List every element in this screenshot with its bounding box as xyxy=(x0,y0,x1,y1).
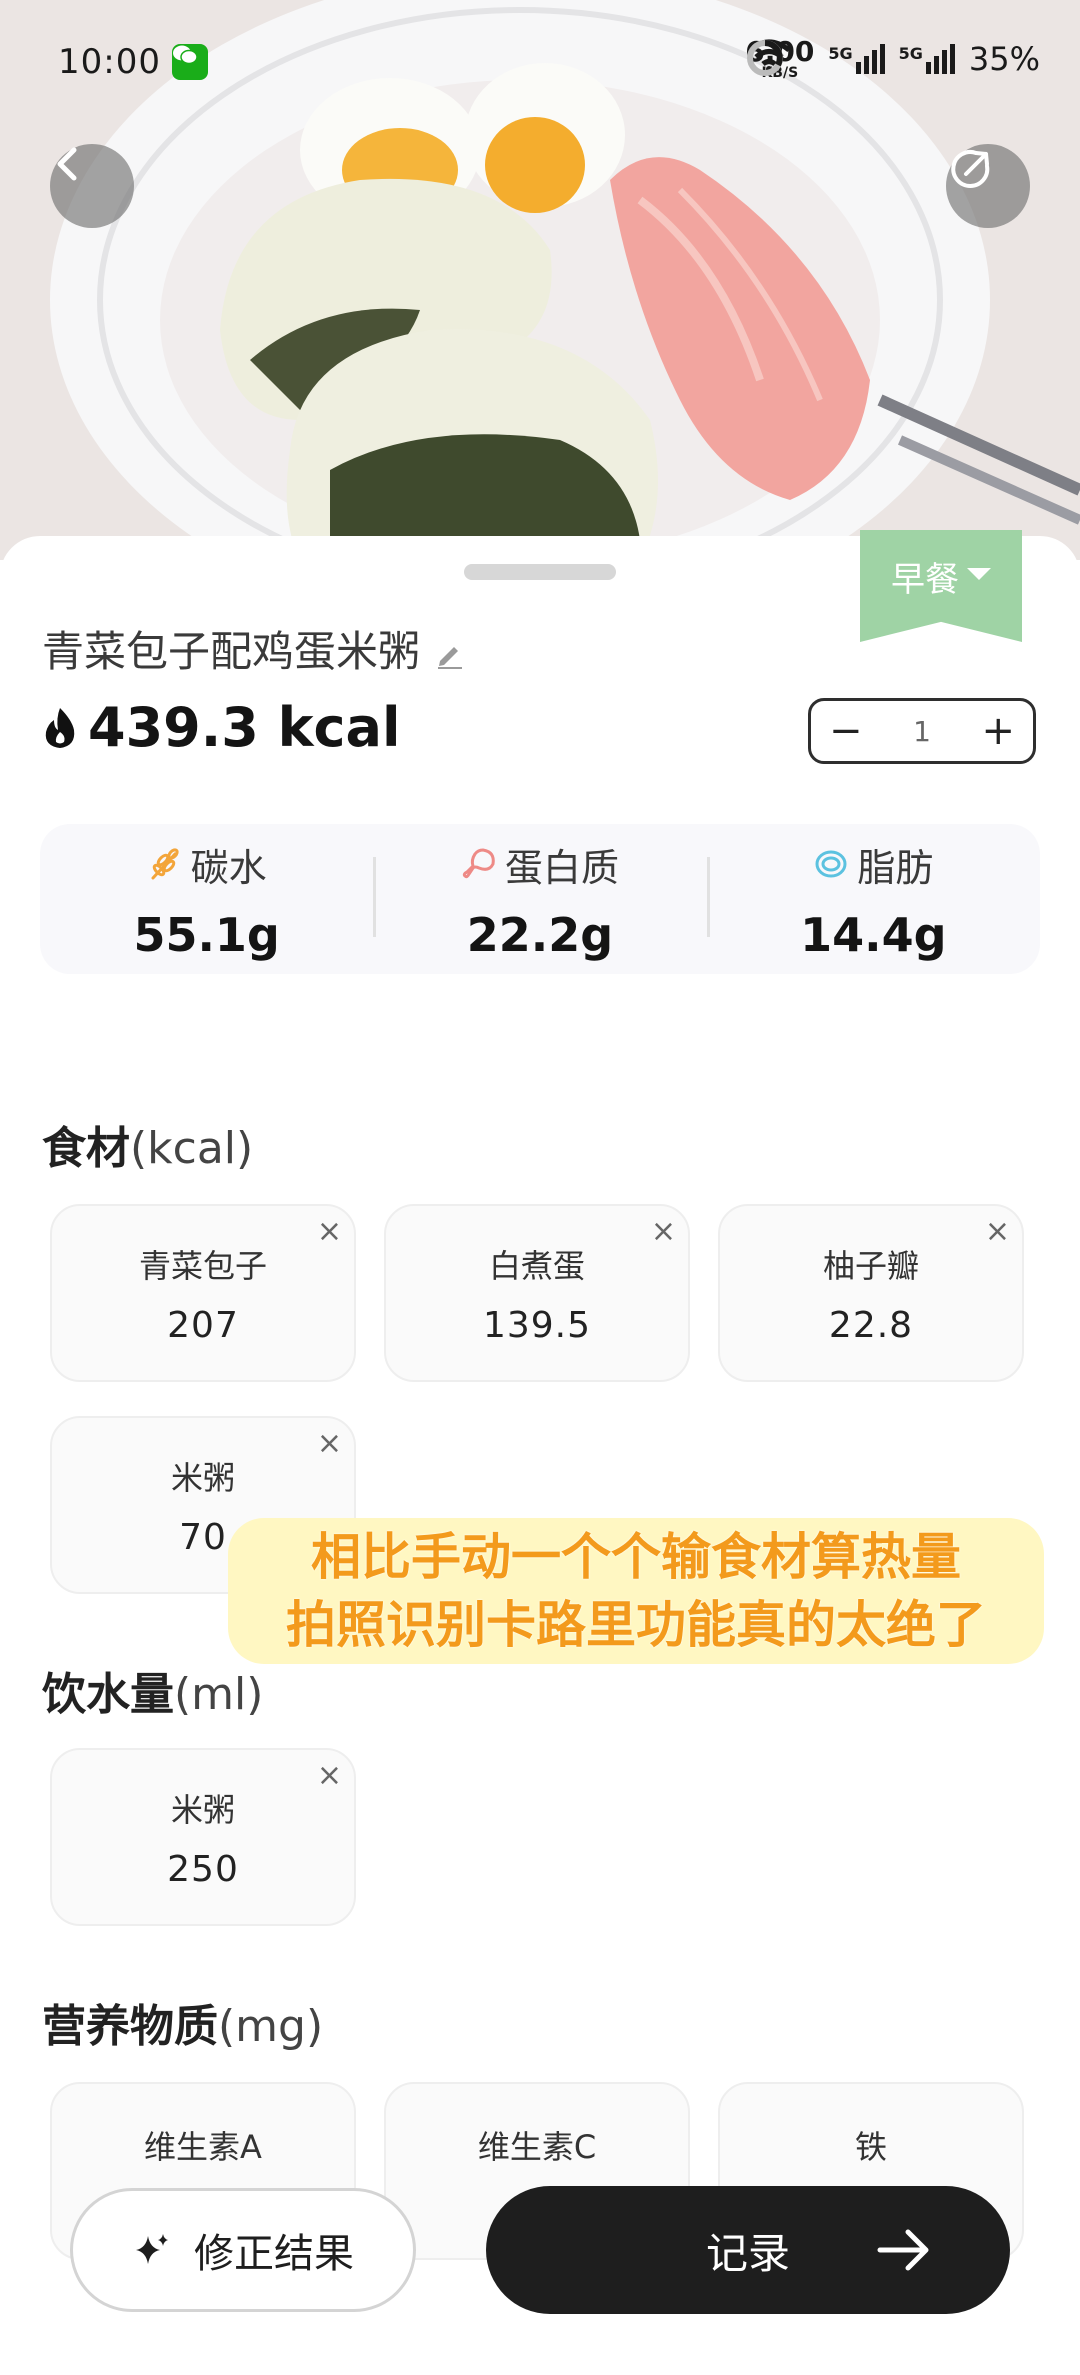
dish-title-text: 青菜包子配鸡蛋米粥 xyxy=(42,627,421,676)
remove-icon[interactable]: × xyxy=(985,1214,1010,1249)
status-time: 10:00 xyxy=(58,42,161,82)
fat-drop-icon xyxy=(815,850,847,878)
macro-value: 14.4g xyxy=(800,907,947,962)
macro-label: 脂肪 xyxy=(857,845,934,890)
nutrient-name: 维生素C xyxy=(477,2128,597,2166)
drumstick-icon xyxy=(462,848,495,879)
water-unit: (ml) xyxy=(174,1669,264,1720)
nutrients-heading: 营养物质(mg) xyxy=(42,1990,323,2054)
meal-type-label: 早餐 xyxy=(891,560,959,600)
cellular-signal-2-icon: 5G xyxy=(899,44,955,74)
sparkle-icon xyxy=(136,2234,168,2264)
pencil-icon[interactable] xyxy=(434,639,464,669)
ingredient-kcal: 70 xyxy=(179,1516,227,1558)
battery-percent: 35% xyxy=(968,40,1040,78)
status-icons: 6.00 KB/S 5G 5G 35% xyxy=(745,38,1040,81)
signal-1-label: 5G xyxy=(828,44,853,63)
status-bar: 10:00 6.00 KB/S 5G 5G 35% xyxy=(0,0,1080,120)
remove-icon[interactable]: × xyxy=(317,1758,342,1793)
calorie-total: 439.3 kcal xyxy=(40,696,400,759)
ingredients-heading: 食材(kcal) xyxy=(42,1112,253,1176)
ingredients-unit: (kcal) xyxy=(130,1123,254,1174)
macro-value: 55.1g xyxy=(133,907,280,962)
nutrients-title: 营养物质 xyxy=(42,2001,218,2052)
minus-button[interactable]: − xyxy=(829,711,863,751)
water-ml: 250 xyxy=(167,1848,239,1890)
water-title: 饮水量 xyxy=(42,1669,174,1720)
flame-icon xyxy=(45,707,75,748)
caption-line-1: 相比手动一个个输食材算热量 xyxy=(311,1528,961,1586)
caret-down-icon xyxy=(967,568,991,580)
calorie-value: 439.3 kcal xyxy=(88,696,401,759)
macro-protein: 蛋白质 22.2g xyxy=(373,837,706,962)
ingredient-name: 米粥 xyxy=(170,1458,235,1497)
back-button[interactable] xyxy=(50,144,134,228)
fix-result-label: 修正结果 xyxy=(194,2231,354,2277)
ingredient-chip[interactable]: × 白煮蛋 139.5 xyxy=(384,1204,690,1382)
ingredient-kcal: 22.8 xyxy=(828,1304,914,1346)
record-button[interactable]: 记录 xyxy=(486,2186,1010,2314)
ingredient-kcal: 207 xyxy=(167,1304,239,1346)
portion-count: 1 xyxy=(913,714,931,748)
macro-label: 蛋白质 xyxy=(504,845,619,890)
caption-overlay: 相比手动一个个输食材算热量 拍照识别卡路里功能真的太绝了 xyxy=(228,1518,1044,1664)
chevron-left-icon xyxy=(57,147,77,181)
share-button[interactable] xyxy=(946,144,1030,228)
signal-2-label: 5G xyxy=(898,44,923,63)
nutrients-unit: (mg) xyxy=(218,2001,324,2052)
record-label: 记录 xyxy=(705,2228,790,2278)
nutrient-name: 维生素A xyxy=(144,2128,262,2166)
portion-stepper[interactable]: − 1 + xyxy=(808,698,1036,764)
macro-label: 碳水 xyxy=(190,845,267,890)
water-chip[interactable]: × 米粥 250 xyxy=(50,1748,356,1926)
macro-carbs: 碳水 55.1g xyxy=(40,837,373,962)
ingredient-chip[interactable]: × 柚子瓣 22.8 xyxy=(718,1204,1024,1382)
ingredients-title: 食材 xyxy=(42,1123,130,1174)
macro-summary-card: 碳水 55.1g 蛋白质 22.2g 脂肪 14.4g xyxy=(40,824,1040,974)
ingredient-name: 柚子瓣 xyxy=(822,1246,919,1285)
water-name: 米粥 xyxy=(170,1790,235,1829)
nutrient-name: 铁 xyxy=(854,2128,887,2166)
dish-title[interactable]: 青菜包子配鸡蛋米粥 xyxy=(42,618,464,679)
plus-button[interactable]: + xyxy=(981,711,1015,751)
share-icon xyxy=(951,150,990,188)
ingredient-chip[interactable]: × 青菜包子 207 xyxy=(50,1204,356,1382)
ingredient-name: 青菜包子 xyxy=(138,1246,267,1285)
ingredient-name: 白煮蛋 xyxy=(488,1246,585,1285)
remove-icon[interactable]: × xyxy=(317,1214,342,1249)
result-sheet: 早餐 青菜包子配鸡蛋米粥 439.3 kcal − 1 + 碳水 55.1g 蛋… xyxy=(0,530,1080,2375)
fix-result-button[interactable]: 修正结果 xyxy=(70,2188,416,2312)
remove-icon[interactable]: × xyxy=(651,1214,676,1249)
ingredient-kcal: 139.5 xyxy=(482,1304,592,1346)
wechat-notification-icon xyxy=(172,44,208,80)
macro-fat: 脂肪 14.4g xyxy=(706,837,1040,962)
arrow-right-icon xyxy=(877,2229,929,2271)
remove-icon[interactable]: × xyxy=(317,1426,342,1461)
meal-type-dropdown[interactable]: 早餐 xyxy=(860,530,1022,642)
drag-handle[interactable] xyxy=(464,564,616,580)
cellular-signal-1-icon: 5G xyxy=(828,44,885,74)
battery-ring-icon xyxy=(747,40,784,76)
macro-value: 22.2g xyxy=(466,907,614,962)
water-heading: 饮水量(ml) xyxy=(42,1658,263,1722)
wheat-icon xyxy=(151,848,179,880)
meal-photo: 10:00 6.00 KB/S 5G 5G 35% xyxy=(0,0,1080,560)
caption-line-2: 拍照识别卡路里功能真的太绝了 xyxy=(286,1596,986,1654)
